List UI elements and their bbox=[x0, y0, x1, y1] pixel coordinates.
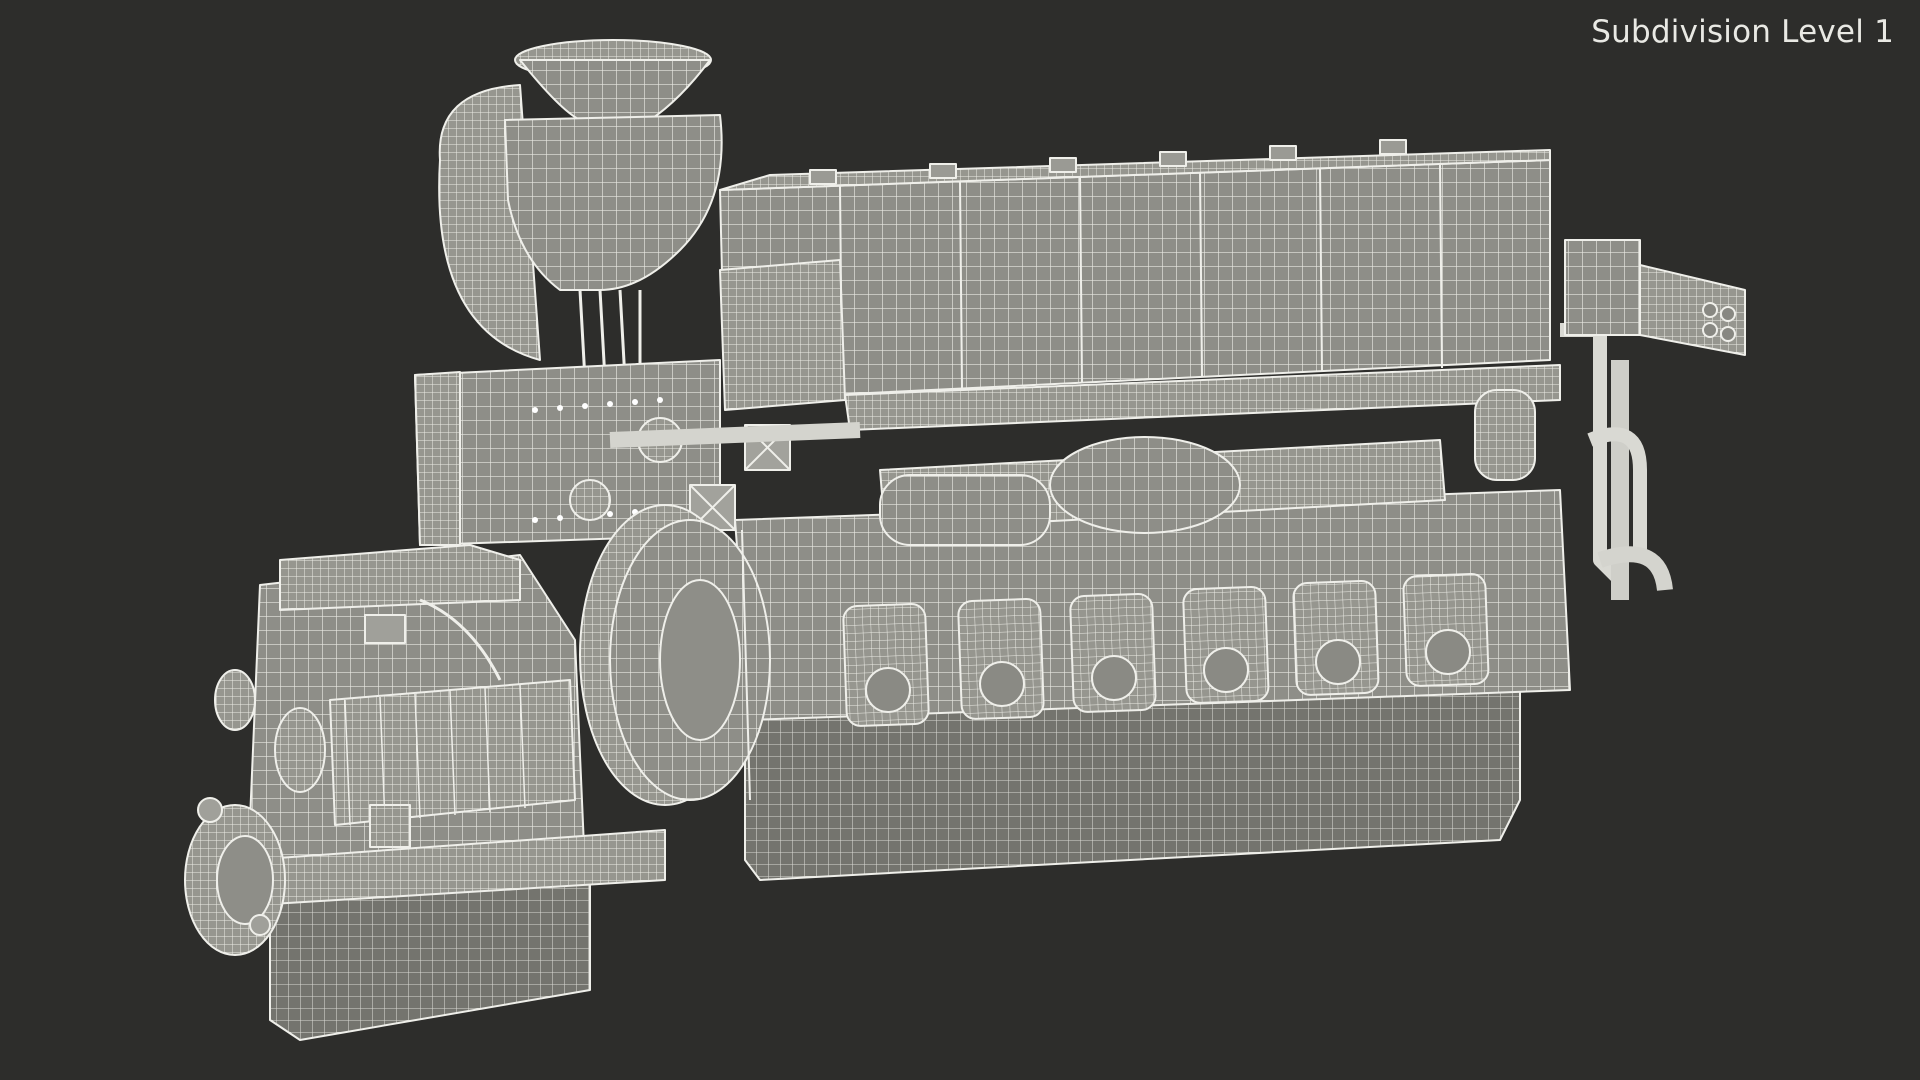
wireframe-engine-icon bbox=[184, 39, 1746, 1041]
subdivision-level-label: Subdivision Level 1 bbox=[1591, 14, 1894, 50]
viewport[interactable]: Subdivision Level 1 bbox=[0, 0, 1920, 1080]
